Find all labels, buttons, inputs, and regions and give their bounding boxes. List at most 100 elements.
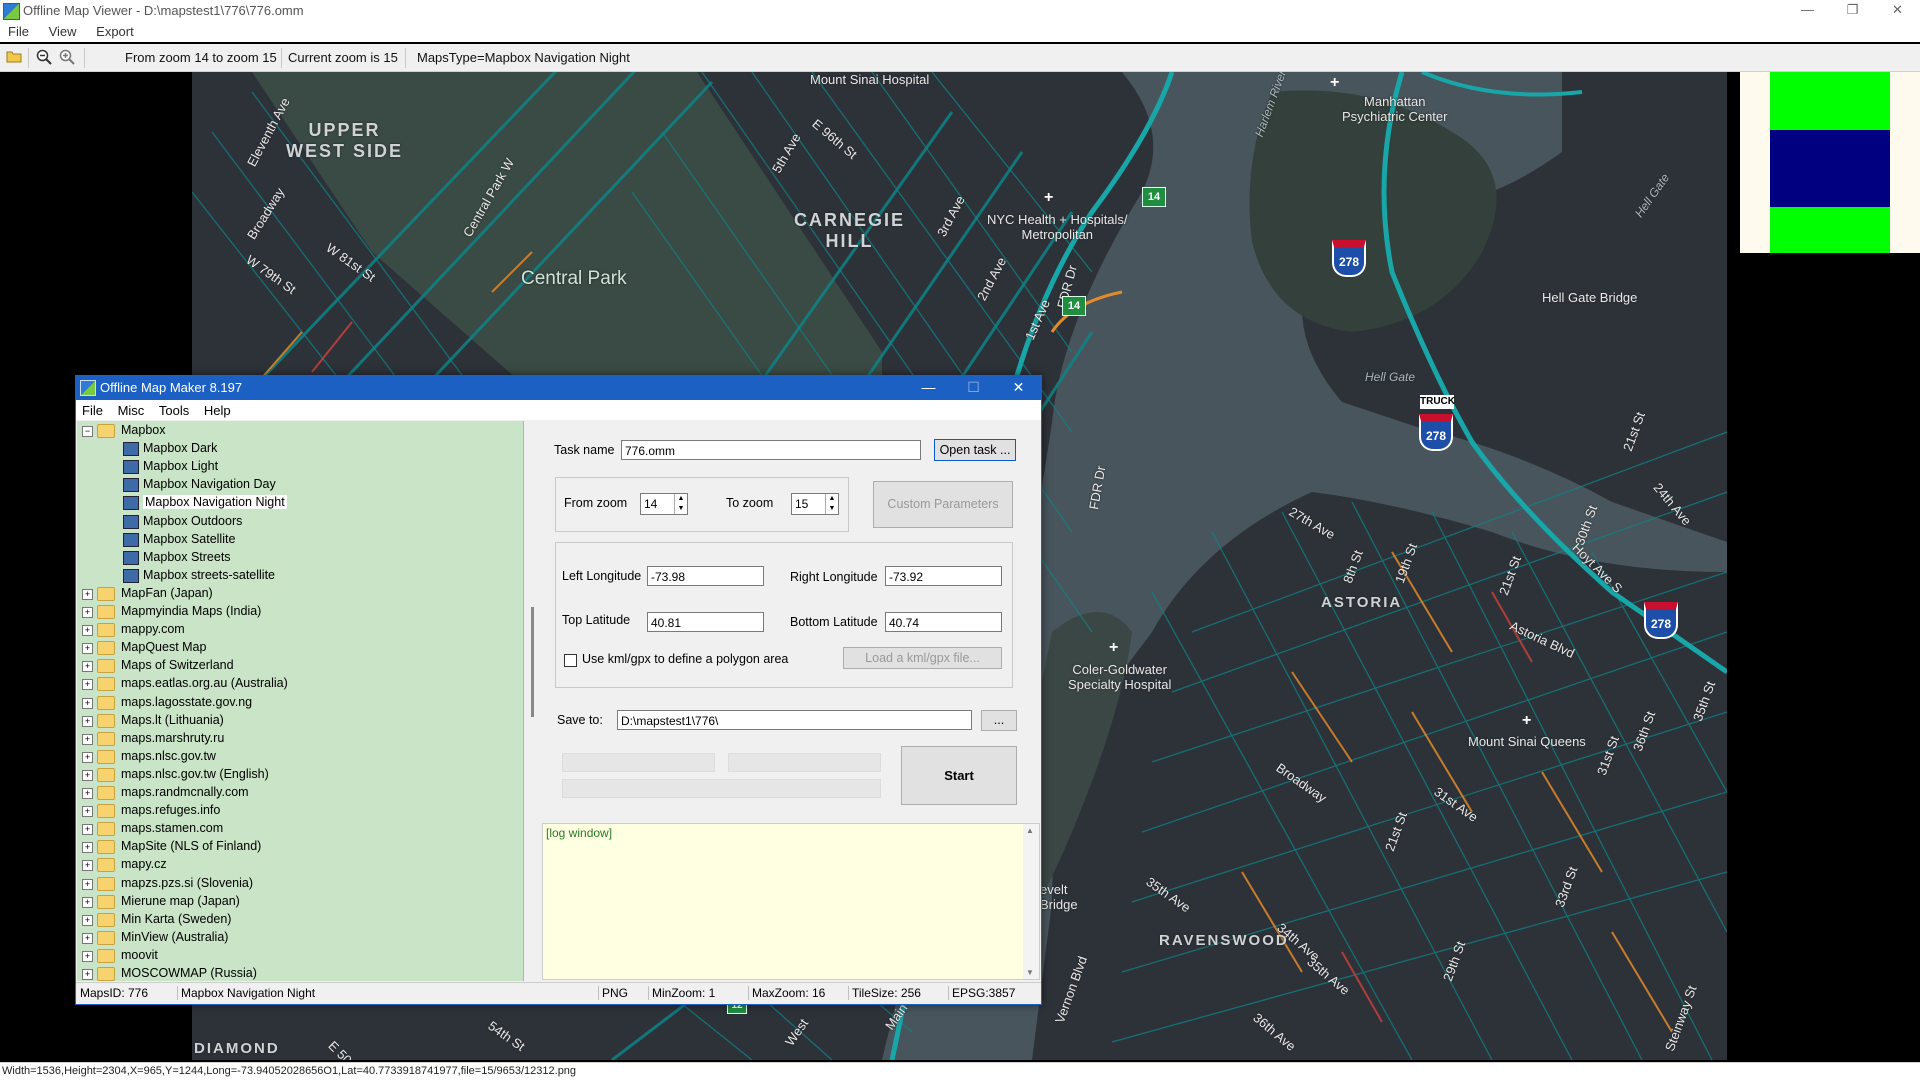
expand-icon[interactable]: + <box>82 679 93 691</box>
expand-icon[interactable]: + <box>82 769 93 781</box>
tree-item-folder[interactable]: + Maps of Switzerland <box>77 657 517 675</box>
custom-parameters-button[interactable]: Custom Parameters <box>873 481 1013 528</box>
omm-close-button[interactable]: ✕ <box>996 376 1041 400</box>
interstate-278-shield: 278 <box>1644 602 1678 639</box>
menu-file[interactable]: File <box>0 22 37 39</box>
expand-icon[interactable]: + <box>82 697 93 709</box>
omm-menu-file[interactable]: File <box>76 400 108 418</box>
omm-menu-help[interactable]: Help <box>198 400 236 418</box>
tree-item-folder[interactable]: − Mapbox <box>77 422 517 440</box>
expand-icon[interactable]: + <box>82 896 93 908</box>
expand-icon[interactable]: + <box>82 914 93 926</box>
close-button[interactable]: ✕ <box>1875 0 1920 22</box>
tree-item-map[interactable]: Mapbox Navigation Night <box>77 494 517 512</box>
expand-icon[interactable]: + <box>82 788 93 799</box>
load-kml-button[interactable]: Load a kml/gpx file... <box>843 647 1002 669</box>
collapse-icon[interactable]: − <box>82 426 93 437</box>
tree-item-folder[interactable]: + maps.nlsc.gov.tw (English) <box>77 766 517 784</box>
folder-icon <box>97 659 115 674</box>
spinner-arrows-icon[interactable]: ▲ ▼ <box>825 494 838 514</box>
tree-item-folder[interactable]: + Mapmyindia Maps (India) <box>77 603 517 621</box>
bottom-latitude-input[interactable]: 40.74 <box>885 612 1002 632</box>
expand-icon[interactable]: + <box>82 969 93 980</box>
expand-icon[interactable]: + <box>82 661 93 673</box>
log-scrollbar[interactable]: ▲ ▼ <box>1023 824 1039 979</box>
folder-open-icon[interactable] <box>5 49 23 67</box>
expand-icon[interactable]: + <box>82 588 93 600</box>
tree-item-map[interactable]: Mapbox Streets <box>77 549 517 567</box>
use-kml-checkbox[interactable] <box>564 654 577 667</box>
tree-scrollbar-thumb[interactable] <box>531 607 534 717</box>
tree-item-folder[interactable]: + MapSite (NLS of Finland) <box>77 838 517 856</box>
map-layer-icon <box>123 460 139 475</box>
tree-item-folder[interactable]: + maps.randmcnally.com <box>77 784 517 802</box>
tree-item-folder[interactable]: + MOSCOWMAP (Russia) <box>77 965 517 981</box>
expand-icon[interactable]: + <box>82 715 93 727</box>
tree-item-folder[interactable]: + mapy.cz <box>77 856 517 874</box>
tree-item-folder[interactable]: + maps.nlsc.gov.tw <box>77 748 517 766</box>
scroll-down-icon[interactable]: ▼ <box>1026 968 1034 977</box>
tree-item-folder[interactable]: + Min Karta (Sweden) <box>77 911 517 929</box>
tree-item-folder[interactable]: + maps.refuges.info <box>77 802 517 820</box>
tree-item-folder[interactable]: + mapzs.pzs.si (Slovenia) <box>77 875 517 893</box>
expand-icon[interactable]: + <box>82 806 93 818</box>
tree-item-map[interactable]: Mapbox Satellite <box>77 531 517 549</box>
task-name-input[interactable]: 776.omm <box>621 440 921 460</box>
from-zoom-spinner[interactable]: 14 ▲ ▼ <box>640 493 688 515</box>
open-task-button[interactable]: Open task ... <box>934 439 1016 461</box>
tree-item-folder[interactable]: + MinView (Australia) <box>77 929 517 947</box>
log-window[interactable]: [log window] ▲ ▼ <box>542 823 1040 980</box>
right-longitude-input[interactable]: -73.92 <box>885 566 1002 586</box>
omm-menu-tools[interactable]: Tools <box>153 400 194 418</box>
map-source-tree[interactable]: − Mapbox Mapbox Dark Mapbox Light Mapbox Nav… <box>77 421 524 981</box>
tree-item-label: maps.randmcnally.com <box>121 785 249 799</box>
tree-item-folder[interactable]: + moovit <box>77 947 517 965</box>
tree-item-folder[interactable]: + Mierune map (Japan) <box>77 893 517 911</box>
tree-item-folder[interactable]: + MapQuest Map <box>77 639 517 657</box>
route-14-shield: 14 <box>1062 296 1086 316</box>
expand-icon[interactable]: + <box>82 733 93 745</box>
spinner-arrows-icon[interactable]: ▲ ▼ <box>674 494 687 514</box>
left-longitude-input[interactable]: -73.98 <box>647 566 764 586</box>
tree-item-map[interactable]: Mapbox Outdoors <box>77 513 517 531</box>
tree-item-folder[interactable]: + maps.lagosstate.gov.ng <box>77 694 517 712</box>
save-to-input[interactable]: D:\mapstest1\776\ <box>617 710 972 730</box>
tree-scrollbar[interactable] <box>524 421 541 981</box>
zoom-out-icon[interactable] <box>35 49 53 67</box>
omm-menu-misc[interactable]: Misc <box>112 400 150 418</box>
tree-item-folder[interactable]: + maps.marshruty.ru <box>77 730 517 748</box>
minimize-button[interactable]: — <box>1785 0 1830 22</box>
expand-icon[interactable]: + <box>82 751 93 763</box>
zoom-in-icon[interactable] <box>58 49 76 67</box>
scroll-up-icon[interactable]: ▲ <box>1026 826 1034 835</box>
expand-icon[interactable]: + <box>82 950 93 962</box>
tree-item-folder[interactable]: + Maps.lt (Lithuania) <box>77 712 517 730</box>
tree-item-map[interactable]: Mapbox streets-satellite <box>77 567 517 585</box>
expand-icon[interactable]: + <box>82 860 93 872</box>
maximize-button[interactable]: ❐ <box>1830 0 1875 22</box>
menu-view[interactable]: View <box>41 22 85 39</box>
browse-button[interactable]: ... <box>981 710 1017 731</box>
expand-icon[interactable]: + <box>82 607 93 618</box>
omm-maximize-button[interactable]: ☐ <box>951 376 996 400</box>
save-to-label: Save to: <box>557 713 603 727</box>
tree-item-map[interactable]: Mapbox Light <box>77 458 517 476</box>
tree-item-folder[interactable]: + MapFan (Japan) <box>77 585 517 603</box>
tree-item-folder[interactable]: + maps.stamen.com <box>77 820 517 838</box>
tree-item-map[interactable]: Mapbox Dark <box>77 440 517 458</box>
tree-item-folder[interactable]: + mappy.com <box>77 621 517 639</box>
omm-minimize-button[interactable]: — <box>906 376 951 400</box>
expand-icon[interactable]: + <box>82 643 93 655</box>
expand-icon[interactable]: + <box>82 625 93 637</box>
expand-icon[interactable]: + <box>82 824 93 836</box>
to-zoom-spinner[interactable]: 15 ▲ ▼ <box>791 493 839 515</box>
expand-icon[interactable]: + <box>82 878 93 890</box>
tree-item-folder[interactable]: + maps.eatlas.org.au (Australia) <box>77 675 517 693</box>
expand-icon[interactable]: + <box>82 842 93 854</box>
top-latitude-input[interactable]: 40.81 <box>647 612 764 632</box>
folder-icon <box>97 876 115 891</box>
start-button[interactable]: Start <box>901 746 1017 805</box>
menu-export[interactable]: Export <box>88 22 142 39</box>
expand-icon[interactable]: + <box>82 932 93 944</box>
tree-item-map[interactable]: Mapbox Navigation Day <box>77 476 517 494</box>
